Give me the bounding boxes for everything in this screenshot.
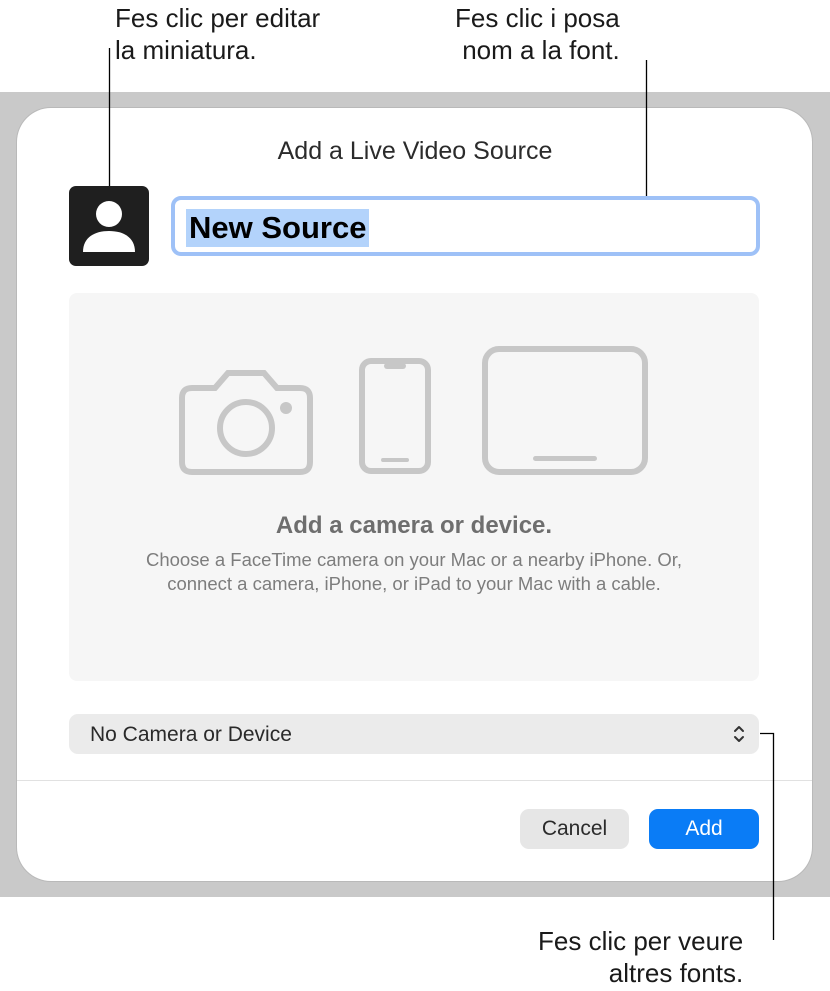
callout-leader-lines [108,48,775,940]
leader-line-popup [760,732,775,940]
